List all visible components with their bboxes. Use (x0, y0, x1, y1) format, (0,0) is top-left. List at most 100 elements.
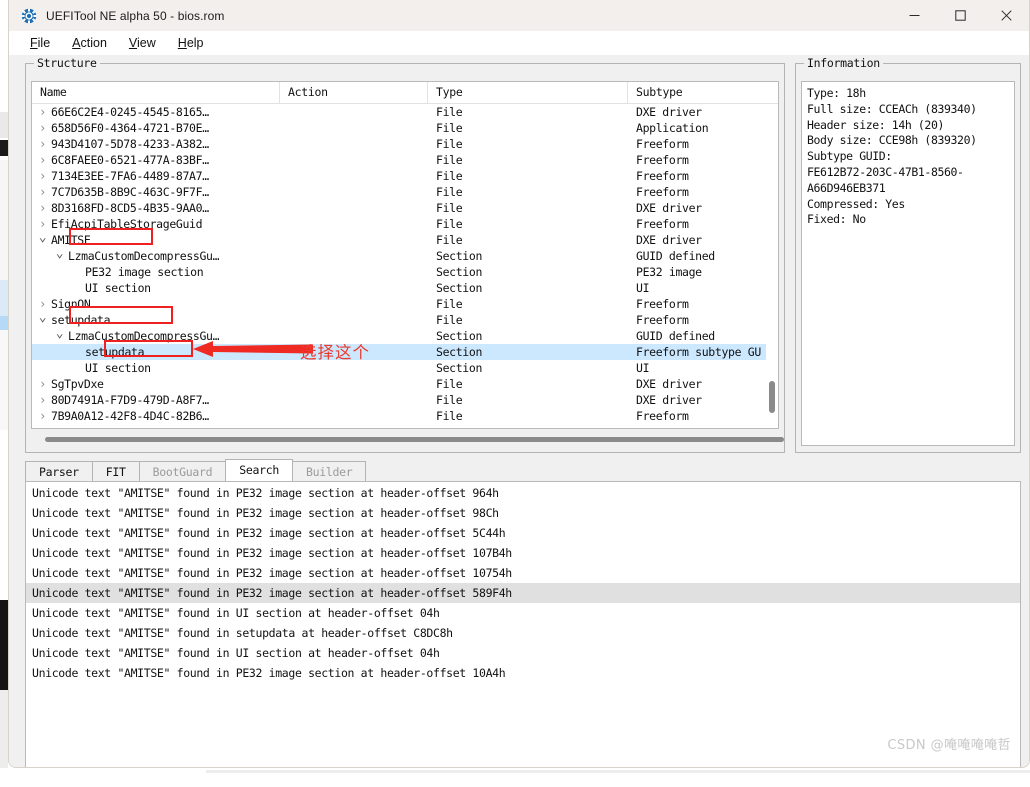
message-row[interactable]: Unicode text "AMITSE" found in PE32 imag… (26, 523, 1020, 543)
tree-row-name: SignON (51, 297, 91, 311)
chevron-down-icon[interactable]: ⌄ (55, 329, 64, 340)
message-row[interactable]: Unicode text "AMITSE" found in UI sectio… (26, 643, 1020, 663)
tree-row-name: 658D56F0-4364-4721-B70E… (51, 121, 209, 135)
chevron-right-icon[interactable]: › (38, 137, 47, 151)
chevron-right-icon[interactable]: › (38, 153, 47, 167)
tree-row[interactable]: ⌄ LzmaCustomDecompressGu… Section GUID defi… (32, 328, 778, 344)
bg-artifact-strip (0, 140, 8, 156)
chevron-down-icon[interactable]: ⌄ (55, 249, 64, 260)
chevron-right-icon[interactable]: › (38, 425, 47, 427)
tree-row-type: File (436, 121, 463, 135)
message-row[interactable]: Unicode text "AMITSE" found in PE32 imag… (26, 583, 1020, 603)
chevron-down-icon[interactable]: ⌄ (38, 233, 47, 244)
tree-row-subtype: Freeform (636, 297, 689, 311)
bg-artifact-strip (0, 316, 8, 330)
column-header-name[interactable]: Name (32, 82, 280, 103)
tree-row-name: 66E6C2E4-0245-4545-8165… (51, 105, 209, 119)
tree-row[interactable]: › 7134E3EE-7FA6-4489-87A7… File Freeform (32, 168, 778, 184)
tree-row[interactable]: › 7B9A0A12-42F8-4D4C-82B6… File Freeform (32, 408, 778, 424)
tree-vertical-scrollbar[interactable] (766, 104, 778, 428)
tree-row-type: File (436, 217, 463, 231)
chevron-right-icon[interactable]: › (38, 217, 47, 231)
message-row[interactable]: Unicode text "AMITSE" found in setupdata… (26, 623, 1020, 643)
tree-row-subtype: Freeform (636, 169, 689, 183)
tree-row[interactable]: ⌄ LzmaCustomDecompressGu… Section GUID defi… (32, 248, 778, 264)
message-list[interactable]: Unicode text "AMITSE" found in PE32 imag… (25, 481, 1021, 767)
information-group-title: Information (804, 56, 883, 70)
chevron-right-icon[interactable]: › (38, 201, 47, 215)
tree-row-subtype: DXE driver (636, 377, 702, 391)
tree-row-name: UI section (85, 361, 151, 375)
chevron-right-icon[interactable]: › (38, 105, 47, 119)
tree-row-subtype: GUID defined (636, 329, 715, 343)
bg-artifact-strip (206, 770, 1030, 773)
tree-row-subtype: Freeform (636, 313, 689, 327)
column-header-type[interactable]: Type (428, 82, 628, 103)
menu-item-view[interactable]: View (118, 34, 167, 52)
tree-row-type: File (428, 425, 628, 427)
tree-row[interactable]: › 943D4107-5D78-4233-A382… File Freeform (32, 136, 778, 152)
menu-item-file[interactable]: File (19, 34, 61, 52)
column-header-subtype[interactable]: Subtype (628, 82, 770, 103)
chevron-right-icon[interactable]: › (38, 377, 47, 391)
tree-horizontal-scroll-thumb[interactable] (45, 437, 784, 442)
tree-row[interactable]: › SgTpvDxe File DXE driver (32, 376, 778, 392)
tree-row[interactable]: › 8D3168FD-8CD5-4B35-9AA0… File DXE driver (32, 200, 778, 216)
maximize-button[interactable] (937, 0, 983, 31)
tree-row-subtype: Freeform (628, 425, 778, 427)
tree-row[interactable]: ⌄ AMITSE File DXE driver (32, 232, 778, 248)
tree-row[interactable]: › EfiAcpiTableStorageGuid File Freeform (32, 216, 778, 232)
information-groupbox: Information Type: 18h Full size: CCEACh … (795, 56, 1021, 453)
uefitool-gear-icon (21, 8, 37, 24)
tree-row-name: LzmaCustomDecompressGu… (68, 249, 220, 263)
tree-row-subtype: PE32 image (636, 265, 702, 279)
message-row[interactable]: Unicode text "AMITSE" found in UI sectio… (26, 603, 1020, 623)
tab-fit[interactable]: FIT (91, 461, 140, 481)
message-row[interactable]: Unicode text "AMITSE" found in PE32 imag… (26, 503, 1020, 523)
tree-row[interactable]: setupdata Section Freeform subtype GU (32, 344, 778, 360)
tree-row-name: SgTpvDxe (51, 377, 104, 391)
tree-row-type: File (436, 105, 463, 119)
message-row[interactable]: Unicode text "AMITSE" found in PE32 imag… (26, 563, 1020, 583)
tree-row-type: Section (436, 249, 483, 263)
tree-row[interactable]: › A9337EE0-15DA-4EED-99FD… FileFreeform (32, 424, 778, 427)
tree-row-subtype: DXE driver (636, 201, 702, 215)
chevron-right-icon[interactable]: › (38, 185, 47, 199)
tree-row[interactable]: › 7C7D635B-8B9C-463C-9F7F… File Freeform (32, 184, 778, 200)
minimize-button[interactable] (891, 0, 937, 31)
tree-vertical-scroll-thumb[interactable] (769, 381, 775, 413)
tree-row[interactable]: › SignON File Freeform (32, 296, 778, 312)
tree-row-type: Section (436, 345, 483, 359)
chevron-right-icon[interactable]: › (38, 409, 47, 423)
information-text: Type: 18h Full size: CCEACh (839340) Hea… (801, 81, 1015, 446)
tree-row[interactable]: ⌄ setupdata File Freeform (32, 312, 778, 328)
tab-search[interactable]: Search (225, 459, 293, 481)
tree-row[interactable]: UI section Section UI (32, 360, 778, 376)
column-header-action[interactable]: Action (280, 82, 428, 103)
close-button[interactable] (983, 0, 1029, 31)
tree-row-name: PE32 image section (85, 265, 204, 279)
menu-item-help[interactable]: Help (167, 34, 215, 52)
tree-row-subtype: Freeform (636, 409, 689, 423)
message-row[interactable]: Unicode text "AMITSE" found in PE32 imag… (26, 543, 1020, 563)
chevron-right-icon[interactable]: › (38, 121, 47, 135)
tree-row[interactable]: › 66E6C2E4-0245-4545-8165… File DXE driver (32, 104, 778, 120)
tree-row[interactable]: › 658D56F0-4364-4721-B70E… File Application (32, 120, 778, 136)
tree-row[interactable]: › 80D7491A-F7D9-479D-A8F7… File DXE driver (32, 392, 778, 408)
menu-item-action[interactable]: Action (61, 34, 118, 52)
chevron-right-icon[interactable]: › (38, 297, 47, 311)
bg-artifact-strip (0, 600, 8, 690)
chevron-right-icon[interactable]: › (38, 393, 47, 407)
title-bar: UEFITool NE alpha 50 - bios.rom (9, 0, 1029, 31)
tree-row-type: File (436, 377, 463, 391)
chevron-right-icon[interactable]: › (38, 169, 47, 183)
tree-row[interactable]: UI section Section UI (32, 280, 778, 296)
message-row[interactable]: Unicode text "AMITSE" found in PE32 imag… (26, 663, 1020, 683)
chevron-down-icon[interactable]: ⌄ (38, 313, 47, 324)
tab-parser[interactable]: Parser (25, 461, 93, 481)
tree-row[interactable]: › 6C8FAEE0-6521-477A-83BF… File Freeform (32, 152, 778, 168)
message-row[interactable]: Unicode text "AMITSE" found in PE32 imag… (26, 483, 1020, 503)
tree-row[interactable]: PE32 image section Section PE32 image (32, 264, 778, 280)
tree-horizontal-scrollbar[interactable] (31, 433, 784, 446)
structure-tree[interactable]: Name Action Type Subtype › 66E6C2E4-0245-… (31, 81, 779, 429)
